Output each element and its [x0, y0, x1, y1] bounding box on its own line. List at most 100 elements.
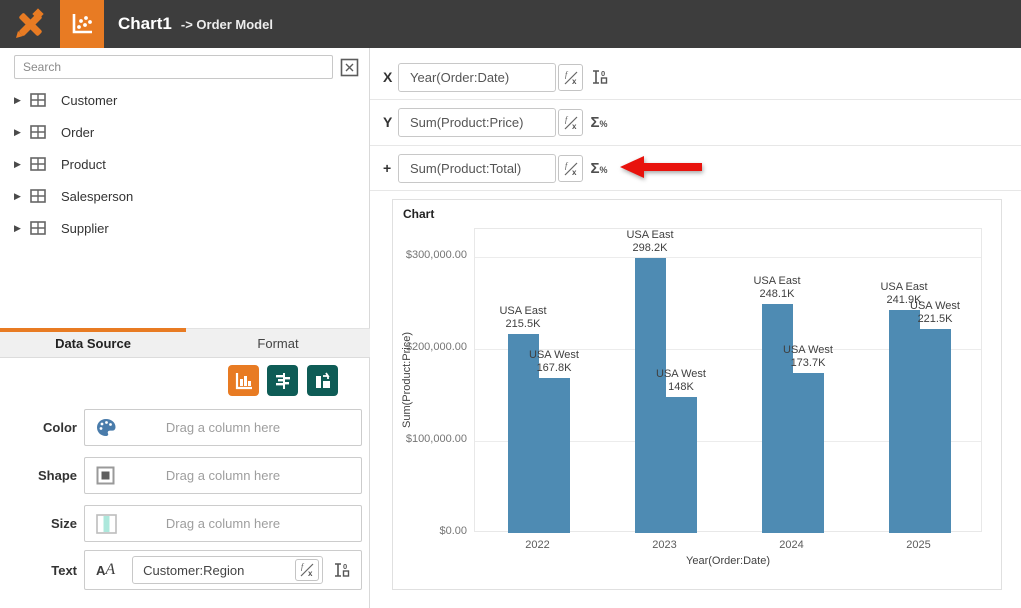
chevron-right-icon[interactable]: ▶: [14, 159, 24, 170]
gridline: [475, 257, 981, 258]
sidebar-item-order[interactable]: ▶ Order: [0, 120, 368, 144]
bar-usa-east-2024[interactable]: [762, 304, 793, 533]
divider: [370, 190, 1021, 191]
svg-text:f: f: [565, 161, 569, 170]
transpose-chart-type-button[interactable]: [307, 365, 338, 396]
chevron-right-icon[interactable]: ▶: [14, 95, 24, 106]
y-tick-label: $100,000.00: [393, 433, 467, 445]
size-drop-zone[interactable]: Drag a column here: [84, 505, 362, 542]
panel-tabs: Data Source Format: [0, 328, 370, 358]
bar-usa-west-2022[interactable]: [539, 378, 570, 533]
app-logo[interactable]: [8, 4, 52, 44]
fx-icon: f x: [298, 562, 316, 578]
svg-text:f: f: [565, 70, 569, 79]
size-icon: [96, 514, 117, 534]
shape-icon: [96, 466, 115, 485]
bar-usa-west-2024[interactable]: [793, 373, 824, 533]
table-icon: [30, 93, 46, 107]
tree-item-label: Supplier: [61, 221, 109, 236]
x-tick-label: 2024: [752, 539, 832, 551]
sidebar-item-salesperson[interactable]: ▶ Salesperson: [0, 184, 368, 208]
clear-search-button[interactable]: [339, 57, 359, 77]
color-well-label: Color: [0, 409, 77, 446]
rotate-chart-icon: [313, 371, 333, 391]
plus-fx-expression-button[interactable]: fx: [558, 155, 583, 182]
bar-data-label: USA West167.8K: [529, 349, 579, 375]
sigma-percent-icon: Σ%: [590, 114, 607, 131]
table-icon: [30, 221, 46, 235]
plus-aggregate-button[interactable]: Σ%: [587, 156, 611, 180]
y-aggregate-button[interactable]: Σ%: [587, 110, 611, 134]
fx-expression-button[interactable]: f x: [295, 559, 319, 581]
sort-icon: 0: [333, 561, 350, 579]
svg-text:f: f: [565, 115, 569, 124]
svg-text:x: x: [572, 122, 577, 131]
font-icon: AA: [96, 561, 115, 579]
scatter-chart-icon: [69, 11, 95, 37]
breadcrumb: Chart1 -> Order Model: [118, 0, 273, 48]
text-drop-zone[interactable]: AA Customer:Region f x 0: [84, 550, 362, 590]
plot-area: USA East215.5K USA West167.8K USA East298.…: [474, 228, 982, 532]
chevron-right-icon[interactable]: ▶: [14, 223, 24, 234]
sidebar-item-product[interactable]: ▶ Product: [0, 152, 368, 176]
bar-chart-type-button[interactable]: [228, 365, 259, 396]
tab-format[interactable]: Format: [186, 329, 370, 358]
search-input[interactable]: [14, 55, 333, 79]
fx-icon: fx: [562, 114, 580, 132]
main-panel: X fx 0 Y fx Σ% + fx Σ% Chart: [370, 48, 1021, 608]
bar-usa-west-2025[interactable]: [920, 329, 951, 533]
sort-button[interactable]: 0: [333, 561, 350, 579]
sidebar: ▶ Customer ▶ Order ▶ Product ▶ Salespers…: [0, 48, 370, 608]
sort-icon: 0: [591, 68, 608, 86]
y-tick-label: $0.00: [393, 525, 467, 537]
text-field[interactable]: Customer:Region f x: [132, 556, 323, 584]
bar-data-label: USA West148K: [656, 368, 706, 394]
table-icon: [30, 125, 46, 139]
added-series-field[interactable]: [398, 154, 556, 183]
tornado-chart-icon: [273, 371, 293, 391]
sigma-percent-icon: Σ%: [590, 160, 607, 177]
bar-data-label: USA East298.2K: [626, 229, 673, 255]
page-subtitle: -> Order Model: [181, 17, 273, 32]
tab-data-source[interactable]: Data Source: [0, 329, 186, 358]
table-icon: [30, 189, 46, 203]
close-icon: [340, 58, 359, 77]
svg-text:0: 0: [343, 562, 347, 571]
sidebar-item-supplier[interactable]: ▶ Supplier: [0, 216, 368, 240]
bar-usa-west-2023[interactable]: [666, 397, 697, 533]
chart-designer-tab[interactable]: [60, 0, 104, 48]
tree-item-label: Salesperson: [61, 189, 133, 204]
text-well-label: Text: [0, 550, 77, 590]
x-tick-label: 2023: [625, 539, 705, 551]
shape-well-label: Shape: [0, 457, 77, 494]
annotation-arrow-icon: [618, 154, 706, 182]
bar-data-label: USA East248.1K: [753, 275, 800, 301]
y-tick-label: $300,000.00: [393, 249, 467, 261]
shape-drop-zone[interactable]: Drag a column here: [84, 457, 362, 494]
y-fx-expression-button[interactable]: fx: [558, 109, 583, 136]
palette-icon: [96, 418, 117, 438]
size-well-label: Size: [0, 505, 77, 542]
svg-text:x: x: [308, 569, 313, 578]
color-drop-zone[interactable]: Drag a column here: [84, 409, 362, 446]
divider: [370, 145, 1021, 146]
divider: [370, 99, 1021, 100]
y-axis-field[interactable]: [398, 108, 556, 137]
sidebar-item-customer[interactable]: ▶ Customer: [0, 88, 368, 112]
chevron-right-icon[interactable]: ▶: [14, 191, 24, 202]
text-field-value: Customer:Region: [143, 563, 244, 578]
table-icon: [30, 157, 46, 171]
tornado-chart-type-button[interactable]: [267, 365, 298, 396]
chevron-right-icon[interactable]: ▶: [14, 127, 24, 138]
bar-usa-east-2025[interactable]: [889, 310, 920, 533]
bar-data-label: USA West173.7K: [783, 344, 833, 370]
x-sort-button[interactable]: 0: [587, 65, 611, 89]
svg-text:f: f: [301, 562, 305, 571]
bar-data-label: USA West221.5K: [910, 300, 960, 326]
app-window: Chart1 -> Order Model ▶ Customer ▶ Order…: [0, 0, 1021, 608]
bar-data-label: USA East215.5K: [499, 305, 546, 331]
bar-usa-east-2023[interactable]: [635, 258, 666, 533]
x-axis-field[interactable]: [398, 63, 556, 92]
shape-placeholder: Drag a column here: [85, 468, 361, 483]
x-fx-expression-button[interactable]: fx: [558, 64, 583, 91]
